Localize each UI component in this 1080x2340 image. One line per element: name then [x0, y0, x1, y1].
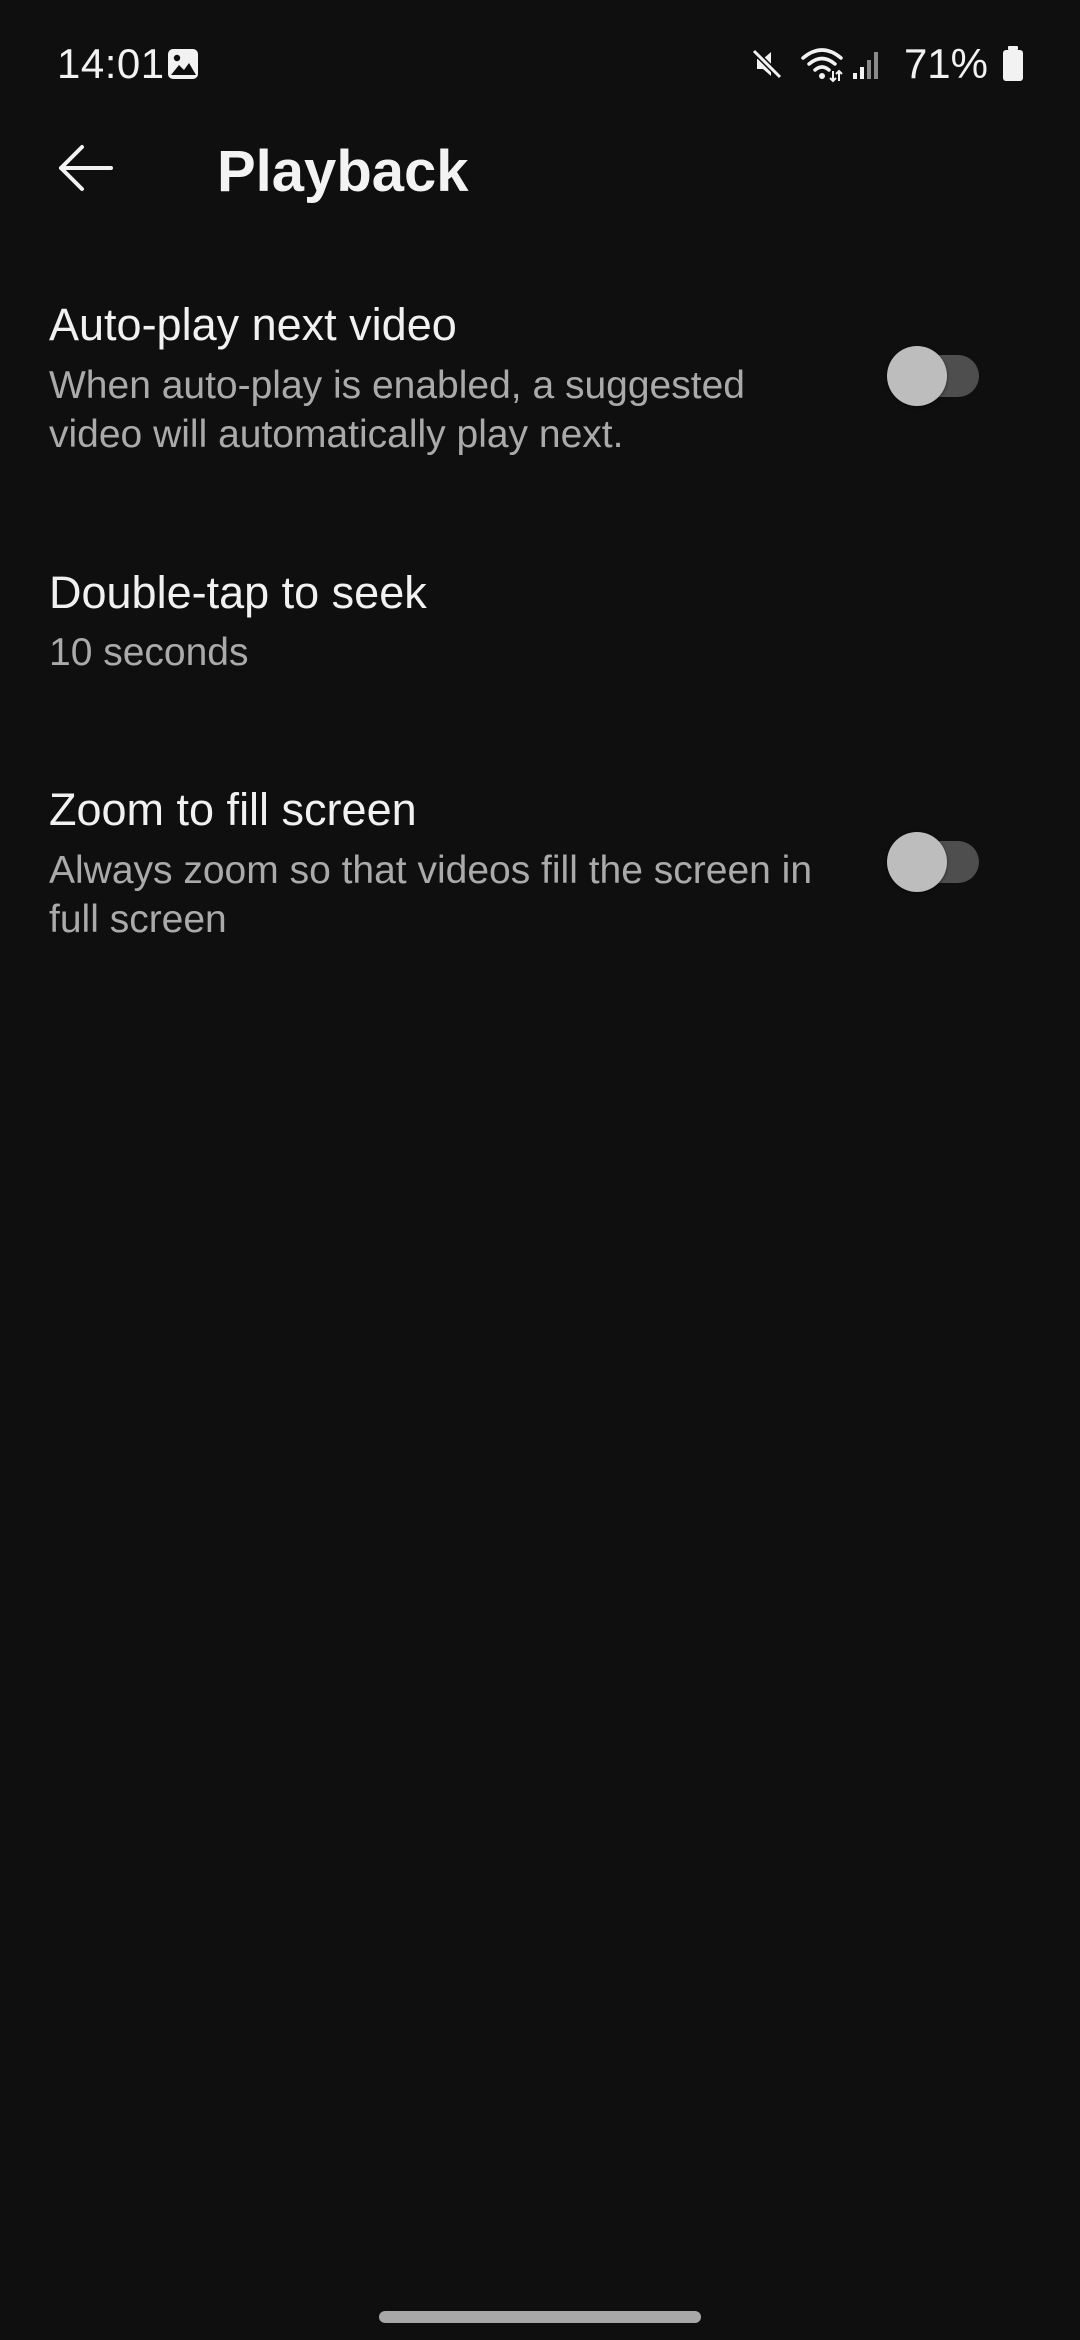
setting-title: Double-tap to seek [49, 567, 427, 618]
status-time: 14:01 [57, 40, 165, 87]
setting-title: Zoom to fill screen [49, 784, 417, 835]
arrow-left-icon [56, 144, 116, 197]
setting-double-tap-seek[interactable]: Double-tap to seek 10 seconds [0, 555, 1080, 705]
page-title: Playback [217, 139, 469, 204]
gallery-icon [167, 48, 199, 80]
setting-zoom-fill[interactable]: Zoom to fill screen Always zoom so that … [0, 772, 1080, 972]
toggle-thumb [887, 832, 947, 892]
mute-icon [748, 45, 786, 83]
battery-percent: 71% [903, 40, 988, 87]
back-button[interactable] [42, 126, 130, 214]
toggle-thumb [887, 346, 947, 406]
setting-value: 10 seconds [49, 631, 249, 674]
status-bar: 14:01 71% [0, 0, 1080, 130]
setting-autoplay[interactable]: Auto-play next video When auto-play is e… [0, 285, 1080, 485]
home-indicator[interactable] [379, 2311, 701, 2323]
autoplay-toggle[interactable] [887, 346, 987, 406]
cell-signal-icon [852, 45, 890, 83]
setting-description: Always zoom so that videos fill the scre… [49, 849, 813, 941]
battery-icon [1002, 46, 1024, 82]
zoom-fill-toggle[interactable] [887, 832, 987, 892]
setting-description: When auto-play is enabled, a suggested v… [49, 364, 745, 456]
wifi-icon [800, 45, 843, 83]
status-icons: 71% [748, 38, 1024, 90]
setting-title: Auto-play next video [49, 299, 457, 350]
